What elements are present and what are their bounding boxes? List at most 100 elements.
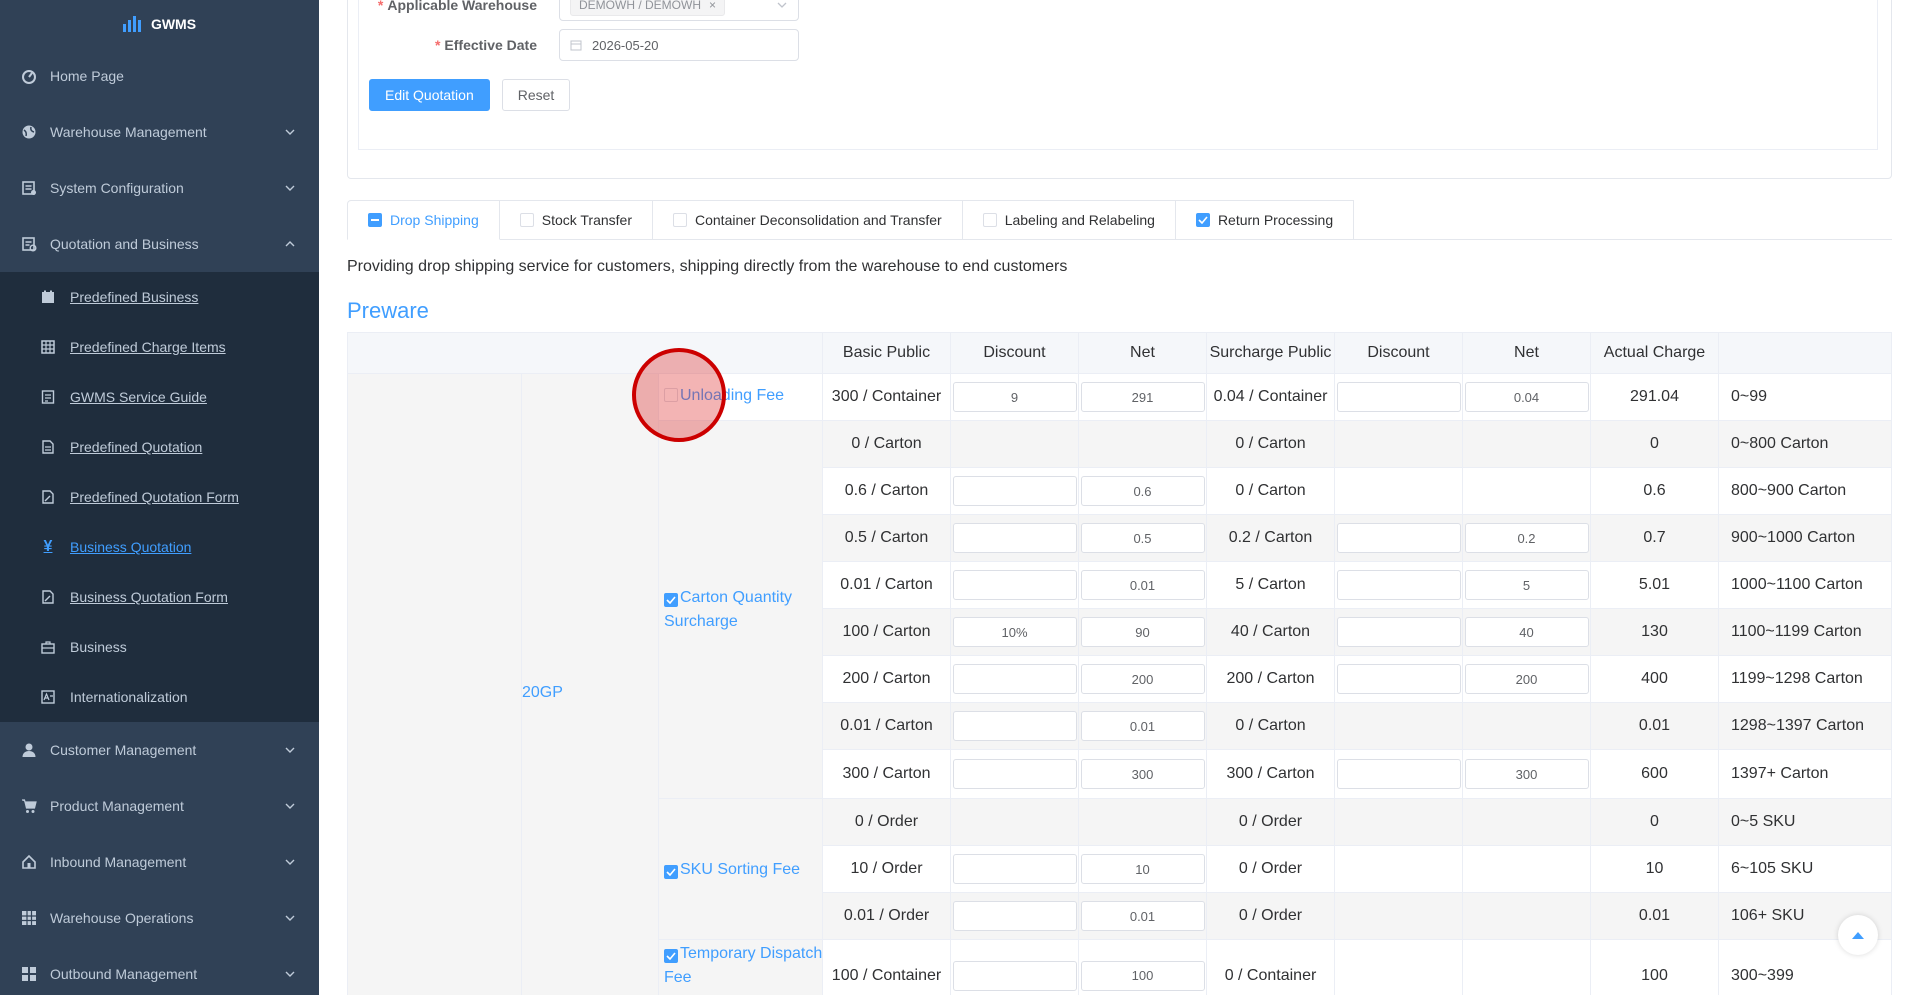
sidebar-item-predefined-quotation-form[interactable]: Predefined Quotation Form (0, 472, 319, 522)
config-icon (20, 179, 38, 197)
indeterminate-checkbox-icon[interactable] (368, 213, 382, 227)
fee-carton-quantity-surcharge[interactable]: Carton Quantity Surcharge (664, 586, 824, 634)
sidebar-item-business-quotation[interactable]: ¥ Business Quotation (0, 522, 319, 572)
sidebar-item-business[interactable]: Business (0, 622, 319, 672)
chevron-down-icon (285, 915, 295, 921)
home-icon (20, 853, 38, 871)
user-icon (20, 741, 38, 759)
edit-document-icon (40, 589, 56, 605)
required-mark: * (434, 37, 441, 53)
app-name: GWMS (150, 16, 197, 32)
tab-labeling-relabeling[interactable]: Labeling and Relabeling (962, 200, 1176, 240)
menu-home-page[interactable]: Home Page (0, 48, 319, 104)
quotation-icon (20, 235, 38, 253)
form-actions: Edit Quotation Reset (369, 79, 571, 111)
tab-label: Container Deconsolidation and Transfer (695, 212, 942, 228)
sidebar-item-internationalization[interactable]: Internationalization (0, 672, 319, 722)
table-icon (40, 339, 56, 355)
fee-temporary-dispatch[interactable]: Temporary Dispatch Fee (664, 942, 834, 990)
checked-checkbox-icon[interactable] (1195, 213, 1210, 227)
chevron-down-icon (285, 129, 295, 135)
calendar-icon (40, 289, 56, 305)
menu-inbound-management[interactable]: Inbound Management (0, 834, 319, 890)
edit-quotation-button[interactable]: Edit Quotation (369, 79, 490, 111)
warehouse-select[interactable]: DEMOWH / DEMOWH × (559, 0, 799, 21)
required-mark: * (377, 0, 384, 13)
sidebar-item-label: Business Quotation (70, 539, 192, 555)
warehouse-row: * Applicable Warehouse DEMOWH / DEMOWH × (359, 0, 799, 21)
checked-checkbox-icon[interactable] (664, 949, 678, 963)
sidebar-item-label: Predefined Charge Items (70, 339, 226, 355)
sidebar: GWMS Home Page Warehouse Management Syst… (0, 0, 319, 995)
section-title: Preware (347, 298, 429, 323)
tab-stock-transfer[interactable]: Stock Transfer (499, 200, 653, 240)
tab-drop-shipping[interactable]: Drop Shipping (347, 200, 500, 240)
warehouse-tag: DEMOWH / DEMOWH × (570, 0, 726, 16)
checkbox-icon[interactable] (673, 213, 687, 227)
app-logo[interactable]: GWMS (0, 0, 319, 48)
chevron-down-icon (285, 747, 295, 753)
yen-icon: ¥ (43, 538, 53, 555)
sidebar-item-predefined-charge-items[interactable]: Predefined Charge Items (0, 322, 319, 372)
menu-customer-management[interactable]: Customer Management (0, 722, 319, 778)
checkbox-icon[interactable] (982, 213, 997, 227)
fee-name: Carton Quantity Surcharge (664, 589, 793, 630)
submenu-quotation-and-business: Predefined Business Predefined Charge It… (0, 272, 319, 722)
sidebar-item-label: Predefined Quotation Form (70, 489, 239, 505)
checkbox-icon[interactable] (519, 213, 534, 227)
menu-label: Warehouse Operations (50, 910, 194, 926)
menu-label: Home Page (50, 68, 124, 84)
tab-label: Stock Transfer (541, 212, 632, 228)
sidebar-item-business-quotation-form[interactable]: Business Quotation Form (0, 572, 319, 622)
globe-icon (20, 123, 38, 141)
effective-date-label: Effective Date (444, 37, 537, 53)
menu-label: Product Management (50, 798, 184, 814)
chevron-down-icon (777, 2, 787, 8)
menu-label: Inbound Management (50, 854, 187, 870)
fee-sku-sorting[interactable]: SKU Sorting Fee (664, 858, 800, 882)
chevron-down-icon (285, 859, 295, 865)
menu-outbound-management[interactable]: Outbound Management (0, 946, 319, 995)
quotation-form-inner: * Applicable Warehouse DEMOWH / DEMOWH × *… (358, 0, 1878, 150)
sidebar-item-label: Predefined Quotation (70, 439, 203, 455)
main-content: * Applicable Warehouse DEMOWH / DEMOWH × *… (319, 0, 1920, 995)
checked-checkbox-icon[interactable] (664, 865, 678, 879)
chevron-down-icon (285, 803, 295, 809)
menu-product-management[interactable]: Product Management (0, 778, 319, 834)
pricing-table: Basic Public Discount Net Surcharge Public D… (347, 332, 1892, 995)
checked-checkbox-icon[interactable] (664, 593, 678, 607)
sidebar-item-gwms-service-guide[interactable]: GWMS Service Guide (0, 372, 319, 422)
language-icon (40, 689, 56, 705)
grid-icon (20, 909, 38, 927)
tab-return-processing[interactable]: Return Processing (1175, 200, 1355, 240)
close-icon[interactable]: × (709, 0, 716, 12)
sidebar-item-label: Business (70, 639, 127, 655)
reset-button[interactable]: Reset (501, 79, 571, 111)
edit-document-icon (40, 489, 56, 505)
menu-label: Outbound Management (50, 966, 198, 982)
sidebar-item-label: Predefined Business (70, 289, 199, 305)
tab-container-deconsolidation[interactable]: Container Deconsolidation and Transfer (653, 200, 963, 240)
menu-warehouse-management[interactable]: Warehouse Management (0, 104, 319, 160)
warehouse-label: Applicable Warehouse (387, 0, 537, 13)
dashboard-icon (20, 67, 38, 85)
service-tabs: Drop Shipping Stock Transfer Container D… (347, 200, 1892, 240)
sidebar-item-predefined-quotation[interactable]: Predefined Quotation (0, 422, 319, 472)
table-border (347, 332, 1892, 995)
click-indicator (632, 348, 726, 442)
scroll-to-top-button[interactable] (1838, 915, 1878, 955)
cart-icon (20, 797, 38, 815)
tab-label: Labeling and Relabeling (1004, 212, 1155, 228)
menu-quotation-and-business[interactable]: Quotation and Business (0, 216, 319, 272)
sidebar-item-label: GWMS Service Guide (70, 389, 207, 405)
menu-warehouse-operations[interactable]: Warehouse Operations (0, 890, 319, 946)
menu-system-configuration[interactable]: System Configuration (0, 160, 319, 216)
sidebar-item-predefined-business[interactable]: Predefined Business (0, 272, 319, 322)
fee-name: Temporary Dispatch Fee (664, 945, 823, 986)
logo-icon (122, 16, 141, 32)
effective-date-value: 2026-05-20 (592, 37, 659, 53)
fee-name: SKU Sorting Fee (680, 861, 801, 878)
effective-date-input[interactable]: 2026-05-20 (559, 29, 799, 61)
quotation-form-card: * Applicable Warehouse DEMOWH / DEMOWH × *… (347, 0, 1892, 179)
briefcase-icon (40, 639, 56, 655)
